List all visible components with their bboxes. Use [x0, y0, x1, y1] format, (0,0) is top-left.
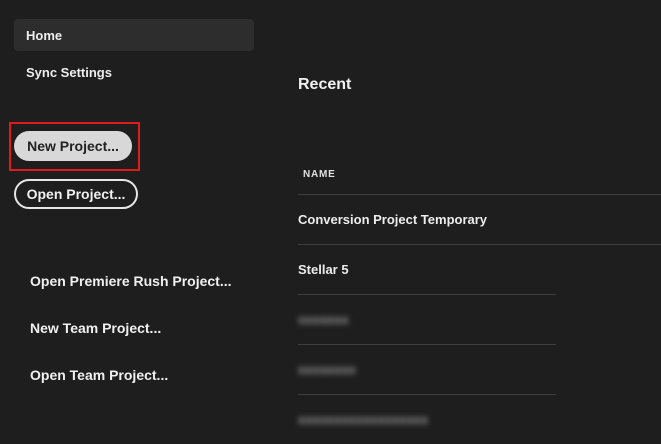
sidebar-item-sync-settings[interactable]: Sync Settings: [14, 56, 254, 88]
sidebar: Home Sync Settings New Project... Open P…: [0, 0, 270, 440]
new-project-label: New Project...: [27, 138, 119, 154]
sidebar-item-label: Home: [26, 27, 63, 43]
open-premiere-rush-project-link[interactable]: Open Premiere Rush Project...: [30, 273, 232, 289]
sidebar-item-home[interactable]: Home: [14, 19, 254, 51]
open-team-project-link[interactable]: Open Team Project...: [30, 367, 168, 383]
recent-row[interactable]: xxxxxxxxxxxxxxxxxx: [298, 394, 556, 444]
recent-panel: Recent NAME Conversion Project Temporary…: [298, 0, 661, 440]
recent-row[interactable]: xxxxxxxx: [298, 344, 556, 394]
new-project-button[interactable]: New Project...: [14, 131, 132, 161]
recent-row[interactable]: Conversion Project Temporary: [298, 194, 661, 244]
recent-row-name: xxxxxxx: [298, 312, 349, 327]
new-team-project-link[interactable]: New Team Project...: [30, 320, 161, 336]
recent-row-name: Conversion Project Temporary: [298, 212, 488, 227]
recent-row-name: xxxxxxxxxxxxxxxxxx: [298, 412, 429, 427]
section-title: Recent: [298, 76, 352, 93]
recent-row[interactable]: Stellar 5: [298, 244, 661, 294]
sidebar-item-label: Sync Settings: [26, 64, 112, 80]
recent-row-name: xxxxxxxx: [298, 362, 356, 377]
recent-row-name: Stellar 5: [298, 262, 349, 277]
open-project-label: Open Project...: [26, 186, 126, 202]
open-project-button[interactable]: Open Project...: [14, 179, 138, 209]
column-header-name[interactable]: NAME: [303, 169, 336, 180]
recent-row[interactable]: xxxxxxx: [298, 294, 556, 344]
